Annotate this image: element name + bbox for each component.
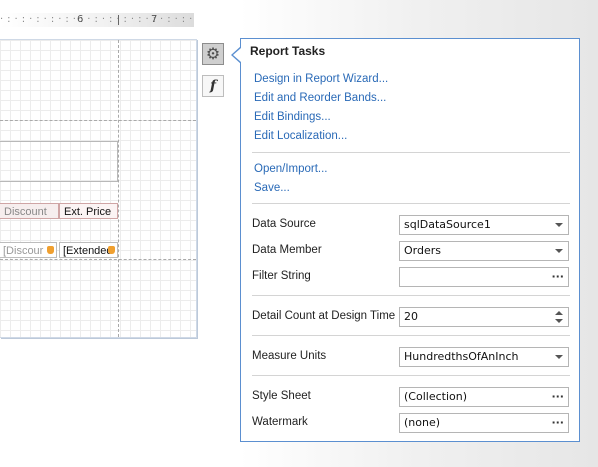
ruler-ticks: ·:·:·:·:·:·:·:·:·:·:·:·:·:·:·:·:·:·:: [0, 14, 194, 25]
chevron-down-icon: [555, 249, 563, 253]
data-member-dropdown[interactable]: Orders: [399, 241, 569, 261]
detail-cell-extended-text: [Extended: [63, 245, 113, 257]
report-control-box[interactable]: [0, 141, 118, 182]
detail-count-stepper[interactable]: 20: [399, 307, 569, 327]
report-design-surface[interactable]: Discount Ext. Price [Discour [Extended: [0, 39, 197, 338]
ruler-label-6: 6: [77, 14, 84, 25]
header-cell-discount[interactable]: Discount: [0, 203, 59, 219]
spin-up-icon[interactable]: [555, 311, 563, 315]
measure-units-dropdown[interactable]: HundredthsOfAnInch: [399, 347, 569, 367]
horizontal-ruler: ·:·:·:·:·:·:·:·:·:·:·:·:·:·:·:·:·:·: 6 7: [0, 13, 194, 27]
database-field-icon: [47, 246, 54, 254]
measure-units-value: HundredthsOfAnInch: [404, 350, 519, 363]
link-design-in-report-wizard[interactable]: Design in Report Wizard...: [254, 73, 388, 85]
ellipsis-icon[interactable]: ···: [551, 388, 564, 406]
watermark-field[interactable]: (none) ···: [399, 413, 569, 433]
data-source-value: sqlDataSource1: [404, 218, 491, 231]
gear-icon: ⚙: [205, 44, 221, 63]
separator: [252, 295, 570, 296]
ellipsis-icon[interactable]: ···: [551, 414, 564, 432]
spin-down-icon[interactable]: [555, 319, 563, 323]
detail-count-value: 20: [404, 310, 418, 323]
link-edit-reorder-bands[interactable]: Edit and Reorder Bands...: [254, 92, 386, 104]
style-sheet-field[interactable]: (Collection) ···: [399, 387, 569, 407]
separator: [252, 335, 570, 336]
separator: [252, 152, 570, 153]
separator: [252, 203, 570, 204]
style-sheet-value: (Collection): [404, 390, 467, 403]
ruler-marker: [118, 15, 119, 25]
ruler-label-7: 7: [151, 14, 158, 25]
database-field-icon: [108, 246, 115, 254]
band-boundary: [0, 120, 196, 121]
detail-cell-discount[interactable]: [Discour: [0, 242, 57, 258]
watermark-value: (none): [404, 416, 441, 429]
data-source-label: Data Source: [252, 218, 316, 230]
chevron-down-icon: [555, 355, 563, 359]
panel-title: Report Tasks: [250, 44, 326, 58]
style-sheet-label: Style Sheet: [252, 390, 311, 402]
data-member-value: Orders: [404, 244, 441, 257]
band-boundary: [0, 259, 196, 260]
watermark-label: Watermark: [252, 416, 308, 428]
ellipsis-icon[interactable]: ···: [551, 268, 564, 286]
link-save[interactable]: Save...: [254, 182, 290, 194]
separator: [252, 375, 570, 376]
detail-cell-extended[interactable]: [Extended: [59, 242, 118, 258]
data-member-label: Data Member: [252, 244, 322, 256]
link-edit-localization[interactable]: Edit Localization...: [254, 130, 347, 142]
detail-cell-discount-text: [Discour: [3, 245, 44, 257]
detail-count-label: Detail Count at Design Time: [252, 310, 396, 322]
chevron-down-icon: [555, 223, 563, 227]
report-tasks-button[interactable]: ⚙: [202, 43, 224, 65]
fx-icon: f: [209, 78, 217, 94]
link-open-import[interactable]: Open/Import...: [254, 163, 328, 175]
link-edit-bindings[interactable]: Edit Bindings...: [254, 111, 331, 123]
panel-pointer-inner: [233, 48, 241, 62]
filter-string-field[interactable]: ···: [399, 267, 569, 287]
page-margin-line: [118, 40, 119, 337]
measure-units-label: Measure Units: [252, 350, 327, 362]
data-source-dropdown[interactable]: sqlDataSource1: [399, 215, 569, 235]
filter-string-label: Filter String: [252, 270, 311, 282]
expressions-button[interactable]: f: [202, 75, 224, 97]
header-cell-ext-price[interactable]: Ext. Price: [59, 203, 118, 219]
report-tasks-panel: Report Tasks Design in Report Wizard... …: [240, 38, 580, 442]
